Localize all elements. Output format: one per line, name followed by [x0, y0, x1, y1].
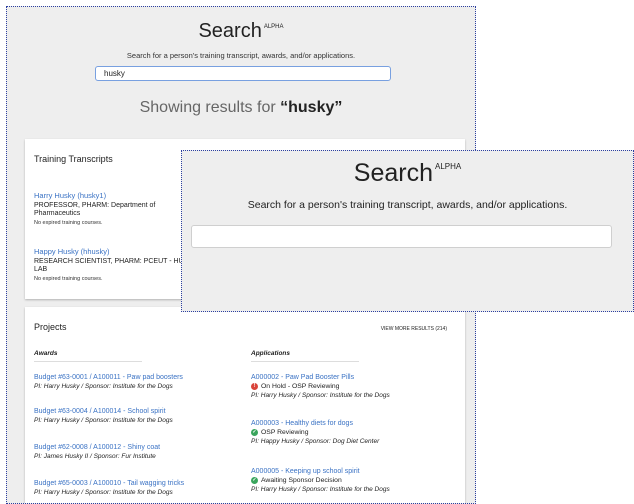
application-link[interactable]: A000002 - Paw Pad Booster Pills	[251, 374, 451, 381]
projects-card: Projects VIEW MORE RESULTS (214) Awards …	[25, 307, 465, 503]
award-item: Budget #63-0001 / A100011 - Paw pad boos…	[34, 374, 234, 390]
person-link[interactable]: Happy Husky (hhusky)	[34, 247, 184, 256]
application-item: A000002 - Paw Pad Booster Pills ! On Hold…	[251, 374, 451, 399]
application-status: ! On Hold - OSP Reviewing	[251, 383, 451, 390]
check-icon: ✓	[251, 429, 258, 436]
awards-header: Awards	[34, 350, 58, 357]
application-pi: PI: Happy Husky / Sponsor: Dog Diet Cent…	[251, 438, 380, 445]
overlay-search-input[interactable]	[191, 225, 612, 248]
application-pi: PI: Harry Husky / Sponsor: Institute for…	[251, 486, 390, 493]
projects-title: Projects	[34, 322, 67, 332]
list-item: Harry Husky (husky1) PROFESSOR, PHARM: D…	[34, 191, 184, 226]
application-item: A000005 - Keeping up school spirit ✓ Awai…	[251, 468, 451, 493]
person-link[interactable]: Harry Husky (husky1)	[34, 191, 184, 200]
overlay-subtitle: Search for a person's training transcrip…	[247, 199, 568, 211]
divider	[251, 361, 359, 362]
application-status: ✓ OSP Reviewing	[251, 429, 309, 436]
award-item: Budget #63-0004 / A100014 - School spiri…	[34, 408, 234, 424]
alert-icon: !	[251, 383, 258, 390]
page-title: Search ALPHA	[198, 20, 284, 42]
application-link[interactable]: A000005 - Keeping up school spirit	[251, 468, 451, 475]
person-role: PROFESSOR, PHARM: Department of Pharmace…	[34, 202, 156, 217]
applications-header: Applications	[251, 350, 291, 357]
search-header-zoom: Search ALPHA Search for a person's traini…	[181, 150, 634, 312]
overlay-title: Search ALPHA	[353, 159, 462, 187]
view-more-results-link[interactable]: VIEW MORE RESULTS (214)	[381, 326, 447, 332]
award-pi: PI: James Husky II / Sponsor: Fur Instit…	[34, 453, 156, 460]
award-pi: PI: Harry Husky / Sponsor: Institute for…	[34, 489, 173, 496]
award-pi: PI: Harry Husky / Sponsor: Institute for…	[34, 383, 173, 390]
award-item: Budget #62-0008 / A100012 - Shiny coat P…	[34, 444, 234, 460]
application-item: A000003 - Healthy diets for dogs ✓ OSP Re…	[251, 420, 451, 445]
award-link[interactable]: Budget #62-0008 / A100012 - Shiny coat	[34, 444, 234, 451]
alpha-badge: ALPHA	[263, 24, 284, 30]
person-role: RESEARCH SCIENTIST, PHARM: PCEUT - HU LA…	[34, 258, 184, 273]
application-pi: PI: Harry Husky / Sponsor: Institute for…	[251, 392, 390, 399]
training-note: No expired training courses.	[34, 276, 103, 282]
training-note: No expired training courses.	[34, 220, 103, 226]
list-item: Happy Husky (hhusky) RESEARCH SCIENTIST,…	[34, 247, 184, 282]
check-icon: ✓	[251, 477, 258, 484]
alpha-badge: ALPHA	[434, 162, 462, 171]
award-pi: PI: Harry Husky / Sponsor: Institute for…	[34, 417, 173, 424]
results-heading: Showing results for “husky”	[139, 99, 343, 116]
training-transcripts-title: Training Transcripts	[34, 154, 113, 164]
divider	[34, 361, 142, 362]
application-status: ✓ Awaiting Sponsor Decision	[251, 477, 342, 484]
page-subtitle: Search for a person's training transcrip…	[126, 51, 356, 60]
award-link[interactable]: Budget #65-0003 / A100010 - Tail wagging…	[34, 480, 234, 487]
award-item: Budget #65-0003 / A100010 - Tail wagging…	[34, 480, 234, 496]
search-input[interactable]	[95, 66, 391, 81]
application-link[interactable]: A000003 - Healthy diets for dogs	[251, 420, 451, 427]
award-link[interactable]: Budget #63-0001 / A100011 - Paw pad boos…	[34, 374, 234, 381]
award-link[interactable]: Budget #63-0004 / A100014 - School spiri…	[34, 408, 234, 415]
